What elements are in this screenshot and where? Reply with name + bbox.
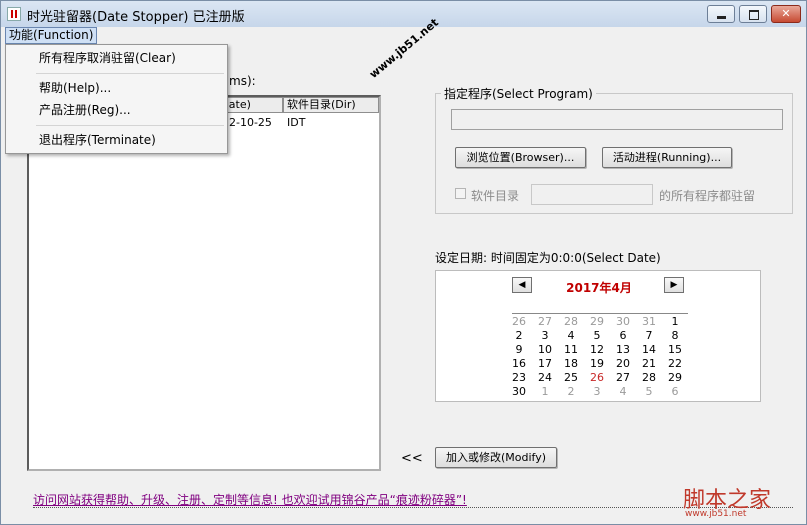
title-bar[interactable]: 时光驻留器(Date Stopper) 已注册版 ✕ [1, 1, 806, 27]
next-month-button[interactable]: ▶ [664, 277, 684, 293]
calendar-day[interactable]: 9 [509, 343, 529, 356]
calendar-separator [512, 313, 688, 314]
calendar-day[interactable]: 6 [613, 329, 633, 342]
calendar-day[interactable]: 31 [639, 315, 659, 328]
menu-item-register[interactable]: 产品注册(Reg)... [39, 100, 131, 120]
calendar-day[interactable]: 12 [587, 343, 607, 356]
app-icon[interactable] [7, 7, 21, 21]
calendar-day[interactable]: 26 [587, 371, 607, 384]
window-title: 时光驻留器(Date Stopper) 已注册版 [27, 10, 245, 25]
menu-item-terminate[interactable]: 退出程序(Terminate) [39, 130, 156, 150]
calendar-day[interactable]: 11 [561, 343, 581, 356]
calendar-day[interactable]: 2 [561, 385, 581, 398]
calendar-day[interactable]: 28 [561, 315, 581, 328]
calendar-day[interactable]: 18 [561, 357, 581, 370]
menu-separator [36, 73, 224, 74]
close-button[interactable]: ✕ [771, 5, 801, 23]
calendar-day[interactable]: 5 [587, 329, 607, 342]
calendar-day[interactable]: 13 [613, 343, 633, 356]
calendar-day[interactable]: 20 [613, 357, 633, 370]
calendar-day[interactable]: 16 [509, 357, 529, 370]
running-process-button[interactable]: 活动进程(Running)... [602, 147, 732, 168]
app-window: 时光驻留器(Date Stopper) 已注册版 ✕ 功能(Function) … [0, 0, 807, 525]
calendar-day[interactable]: 21 [639, 357, 659, 370]
dir-suffix-label: 的所有程序都驻留 [659, 189, 756, 203]
calendar-day[interactable]: 1 [535, 385, 555, 398]
program-path-input[interactable] [451, 109, 783, 130]
calendar-day[interactable]: 23 [509, 371, 529, 384]
calendar-day[interactable]: 28 [639, 371, 659, 384]
calendar-day[interactable]: 2 [509, 329, 529, 342]
select-program-title: 指定程序(Select Program) [441, 85, 596, 102]
dir-input[interactable] [531, 184, 653, 205]
column-header-dir[interactable]: 软件目录(Dir) [283, 97, 379, 113]
menu-item-clear[interactable]: 所有程序取消驻留(Clear) [39, 48, 176, 68]
calendar-day[interactable]: 27 [613, 371, 633, 384]
chevron-right-icon: ▶ [670, 280, 678, 290]
site-logo-url: www.jb51.net [685, 509, 747, 519]
row-dir[interactable]: IDT [287, 115, 305, 131]
calendar-day[interactable]: 29 [587, 315, 607, 328]
calendar-day[interactable]: 8 [665, 329, 685, 342]
calendar-month-title[interactable]: 2017年4月 [561, 279, 637, 296]
calendar-day[interactable]: 30 [509, 385, 529, 398]
select-date-label: 设定日期: 时间固定为0:0:0(Select Date) [435, 251, 661, 265]
calendar-day[interactable]: 5 [639, 385, 659, 398]
calendar-day[interactable]: 4 [561, 329, 581, 342]
calendar-day[interactable]: 1 [665, 315, 685, 328]
menu-function[interactable]: 功能(Function) [5, 27, 98, 44]
calendar-day[interactable]: 29 [665, 371, 685, 384]
calendar-day[interactable]: 15 [665, 343, 685, 356]
calendar-day[interactable]: 17 [535, 357, 555, 370]
menu-item-help[interactable]: 帮助(Help)... [39, 78, 111, 98]
calendar-day[interactable]: 3 [535, 329, 555, 342]
calendar-day[interactable]: 4 [613, 385, 633, 398]
minimize-button[interactable] [707, 5, 735, 23]
calendar-day[interactable]: 30 [613, 315, 633, 328]
footer-divider [33, 507, 793, 508]
row-date[interactable]: 2-10-25 [229, 115, 272, 131]
calendar-day[interactable]: 14 [639, 343, 659, 356]
program-list-label: ms): [229, 74, 256, 88]
calendar-day[interactable]: 25 [561, 371, 581, 384]
calendar-day[interactable]: 10 [535, 343, 555, 356]
chevron-left-icon: ◀ [518, 280, 526, 290]
maximize-button[interactable] [739, 5, 767, 23]
prev-month-button[interactable]: ◀ [512, 277, 532, 293]
close-icon: ✕ [781, 7, 791, 20]
calendar-day[interactable]: 7 [639, 329, 659, 342]
dir-checkbox[interactable] [455, 188, 466, 199]
menu-separator [36, 125, 224, 126]
calendar-day[interactable]: 24 [535, 371, 555, 384]
browse-button[interactable]: 浏览位置(Browser)... [455, 147, 586, 168]
calendar-day[interactable]: 3 [587, 385, 607, 398]
website-link[interactable]: 访问网站获得帮助、升级、注册、定制等信息! 也欢迎试用锦谷产品“痕迹粉碎器”! [33, 491, 467, 508]
function-dropdown-menu: 所有程序取消驻留(Clear) 帮助(Help)... 产品注册(Reg)...… [5, 44, 228, 154]
calendar-day[interactable]: 19 [587, 357, 607, 370]
move-left-arrow[interactable]: << [401, 451, 423, 466]
calendar-day[interactable]: 26 [509, 315, 529, 328]
calendar-day[interactable]: 6 [665, 385, 685, 398]
dir-checkbox-label: 软件目录 [471, 189, 520, 203]
calendar-day[interactable]: 27 [535, 315, 555, 328]
modify-button[interactable]: 加入或修改(Modify) [435, 447, 557, 468]
calendar-day[interactable]: 22 [665, 357, 685, 370]
